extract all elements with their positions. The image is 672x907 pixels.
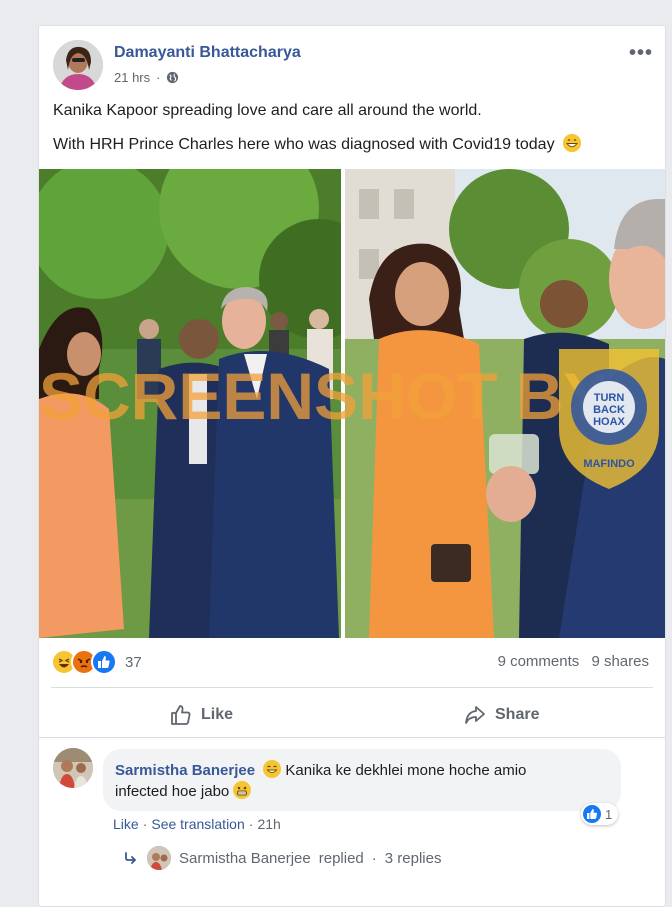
post-text-line-1: Kanika Kapoor spreading love and care al…: [53, 102, 482, 119]
thumbs-up-icon: [171, 705, 191, 725]
watermark-text: SCREENSHOT BY: [39, 359, 607, 433]
replies-verb: replied: [318, 849, 364, 867]
author-avatar[interactable]: [53, 40, 103, 90]
grimacing-emoji-icon: [233, 781, 252, 799]
meta-separator: ·: [156, 70, 161, 85]
post-meta: 21 hrs ·: [114, 70, 179, 85]
replies-author: Sarmistha Banerjee: [179, 849, 311, 867]
comment-actions: Like · See translation · 21h: [113, 816, 281, 832]
shares-count[interactable]: 9 shares: [591, 653, 649, 670]
replies-link[interactable]: Sarmistha Banerjee replied · 3 replies: [123, 846, 441, 870]
post-text-line-2-content: With HRH Prince Charles here who was dia…: [53, 136, 555, 153]
comment-like-link[interactable]: Like: [113, 816, 139, 832]
post-text-line-2: With HRH Prince Charles here who was dia…: [53, 134, 582, 154]
like-icon: [91, 649, 117, 675]
comment-like-count: 1: [605, 806, 613, 822]
comment-text-part-2: infected hoe jabo: [115, 783, 230, 800]
post-time[interactable]: 21 hrs: [114, 70, 150, 85]
share-button[interactable]: Share: [463, 702, 539, 728]
reaction-summary[interactable]: 37: [51, 649, 142, 675]
grinning-squint-emoji-icon: [263, 760, 282, 778]
see-translation-link[interactable]: See translation: [151, 816, 244, 832]
divider: [51, 687, 653, 688]
comment-bubble: Sarmistha Banerjee Kanika ke dekhlei mon…: [103, 749, 621, 811]
reply-arrow-icon: [125, 852, 136, 864]
replies-count: 3 replies: [384, 849, 442, 867]
commenter-name[interactable]: Sarmistha Banerjee: [115, 762, 255, 779]
reply-avatar[interactable]: [147, 846, 171, 870]
svg-text:BACK: BACK: [593, 404, 625, 416]
replies-separator: ·: [371, 849, 377, 867]
post-card: Damayanti Bhattacharya 21 hrs · ••• Kani…: [38, 25, 666, 907]
svg-text:TURN: TURN: [594, 392, 625, 404]
more-options-icon[interactable]: •••: [629, 42, 653, 65]
comments-count[interactable]: 9 comments: [498, 653, 580, 670]
author-name[interactable]: Damayanti Bhattacharya: [114, 44, 301, 62]
engagement-stats: 9 comments 9 shares: [490, 653, 649, 670]
reaction-count[interactable]: 37: [125, 654, 142, 671]
grinning-face-emoji-icon: [563, 134, 582, 152]
globe-icon[interactable]: [166, 71, 179, 84]
divider: [39, 737, 665, 738]
post-photo[interactable]: SCREENSHOT BY TURN BACK HOAX MAFINDO: [39, 169, 665, 638]
like-icon: [583, 805, 601, 823]
comment-time[interactable]: 21h: [257, 816, 280, 832]
share-arrow-icon: [465, 706, 485, 724]
comment-text-part-1: Kanika ke dekhlei mone hoche amio: [285, 762, 527, 779]
like-button[interactable]: Like: [169, 702, 233, 728]
commenter-avatar[interactable]: [53, 748, 93, 788]
svg-text:MAFINDO: MAFINDO: [583, 458, 635, 470]
svg-text:HOAX: HOAX: [593, 416, 625, 428]
comment-like-badge[interactable]: 1: [581, 803, 619, 825]
like-label: Like: [201, 706, 234, 723]
share-label: Share: [495, 706, 540, 723]
